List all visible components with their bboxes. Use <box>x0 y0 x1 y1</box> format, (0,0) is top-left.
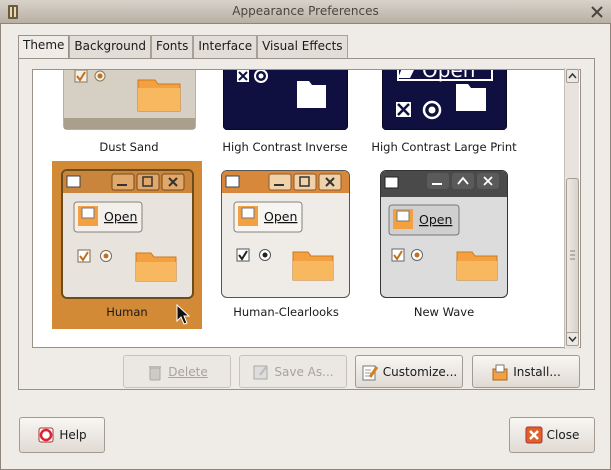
help-label: Help <box>59 428 87 442</box>
tab-background[interactable]: Background <box>69 35 151 58</box>
clearlooks-open-text: Open <box>264 209 297 224</box>
clearlooks-preview-drawing: Open <box>222 171 349 281</box>
save-as-label: Save As... <box>274 364 334 379</box>
human-open-text: Open <box>104 209 137 224</box>
close-label: Close <box>546 428 580 442</box>
save-as-button[interactable]: Save As... <box>239 355 347 388</box>
tab-theme[interactable]: Theme <box>18 35 70 59</box>
new-wave-open-text: Open <box>419 212 452 227</box>
install-button[interactable]: Install... <box>472 355 580 388</box>
theme-panel: Dust Sand High Contrast Inverse Open Hig… <box>18 58 595 390</box>
scroll-up-button[interactable] <box>566 69 579 83</box>
theme-label-human-clearlooks: Human-Clearlooks <box>233 305 339 319</box>
tab-bar: Theme Background Fonts Interface Visual … <box>18 35 348 59</box>
install-icon <box>492 364 508 380</box>
theme-preview-high-contrast-large-print[interactable]: Open <box>382 69 507 130</box>
customize-label: Customize... <box>382 364 458 379</box>
trash-icon <box>149 365 162 380</box>
delete-label: Delete <box>168 364 208 379</box>
edit-icon <box>362 365 379 380</box>
save-as-icon <box>253 364 269 379</box>
theme-grid[interactable]: Dust Sand High Contrast Inverse Open Hig… <box>32 69 581 348</box>
theme-preview-new-wave[interactable]: Open <box>380 170 508 298</box>
help-button[interactable]: Help <box>19 417 105 453</box>
title-bar[interactable]: Appearance Preferences <box>0 0 611 24</box>
tab-interface[interactable]: Interface <box>193 35 258 58</box>
chevron-down-icon <box>568 336 577 343</box>
close-button[interactable]: Close <box>509 417 595 453</box>
close-icon <box>525 426 543 444</box>
grip-icon <box>570 250 575 260</box>
window-body: Theme Background Fonts Interface Visual … <box>0 24 611 470</box>
delete-button[interactable]: Delete <box>123 355 231 388</box>
theme-preview-dust-sand[interactable] <box>63 69 196 130</box>
install-label: Install... <box>513 364 561 379</box>
theme-grid-scrollbar[interactable] <box>564 68 579 349</box>
theme-label-new-wave: New Wave <box>413 305 475 319</box>
scroll-thumb[interactable] <box>566 178 579 335</box>
scroll-down-button[interactable] <box>566 332 579 346</box>
theme-label-high-contrast-large-print: High Contrast Large Print <box>371 140 517 154</box>
window-title: Appearance Preferences <box>232 4 379 18</box>
close-window-icon[interactable] <box>589 4 605 20</box>
theme-preview-human-clearlooks[interactable]: Open <box>221 170 350 298</box>
tab-fonts[interactable]: Fonts <box>150 35 194 58</box>
chevron-up-icon <box>568 72 577 79</box>
tab-visual-effects[interactable]: Visual Effects <box>257 35 348 58</box>
new-wave-preview-drawing: Open <box>381 171 507 281</box>
customize-button[interactable]: Customize... <box>355 355 463 388</box>
help-icon <box>38 427 54 443</box>
hc-large-open-text: Open <box>422 69 475 82</box>
theme-label-high-contrast-inverse: High Contrast Inverse <box>222 140 348 154</box>
mouse-cursor-icon <box>176 304 190 325</box>
theme-preview-human[interactable]: Open <box>61 169 194 299</box>
human-preview-drawing: Open <box>63 171 192 282</box>
theme-label-dust-sand: Dust Sand <box>99 140 159 154</box>
theme-preview-high-contrast-inverse[interactable] <box>223 69 348 130</box>
